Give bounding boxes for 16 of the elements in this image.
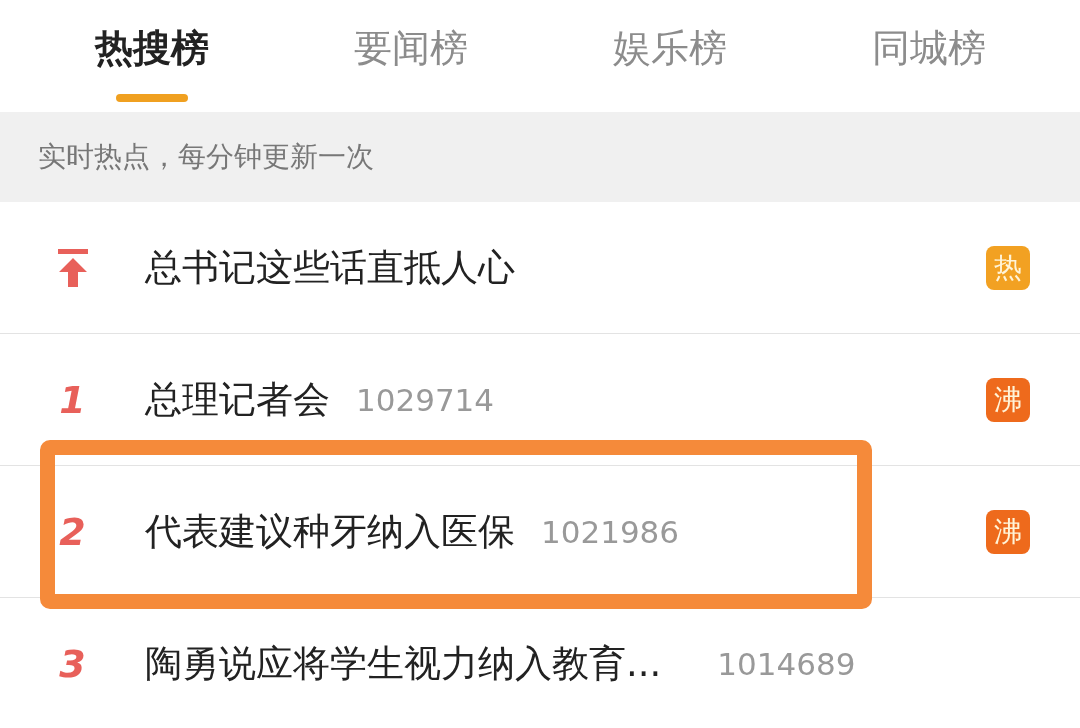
heat-count: 1021986 [541,513,680,550]
heat-count: 1014689 [717,645,856,682]
topic-title[interactable]: 陶勇说应将学生视力纳入教育... [145,638,662,689]
hot-badge: 沸 [986,377,1030,422]
hot-badge: 沸 [986,509,1030,554]
rank-number: 1 [59,377,86,422]
pin-to-top-icon [55,248,90,287]
rank-number: 2 [59,509,86,554]
topic-title[interactable]: 代表建议种牙纳入医保 [145,506,515,557]
notice-bar: 实时热点，每分钟更新一次 [0,112,1080,202]
tab[interactable]: 热搜榜 [22,0,281,112]
hot-badge: 热 [986,245,1030,290]
topic-title[interactable]: 总书记这些话直抵人心 [145,242,515,293]
topic-title[interactable]: 总理记者会 [145,374,330,425]
heat-count: 1029714 [356,381,495,418]
rank-number: 3 [59,641,86,686]
